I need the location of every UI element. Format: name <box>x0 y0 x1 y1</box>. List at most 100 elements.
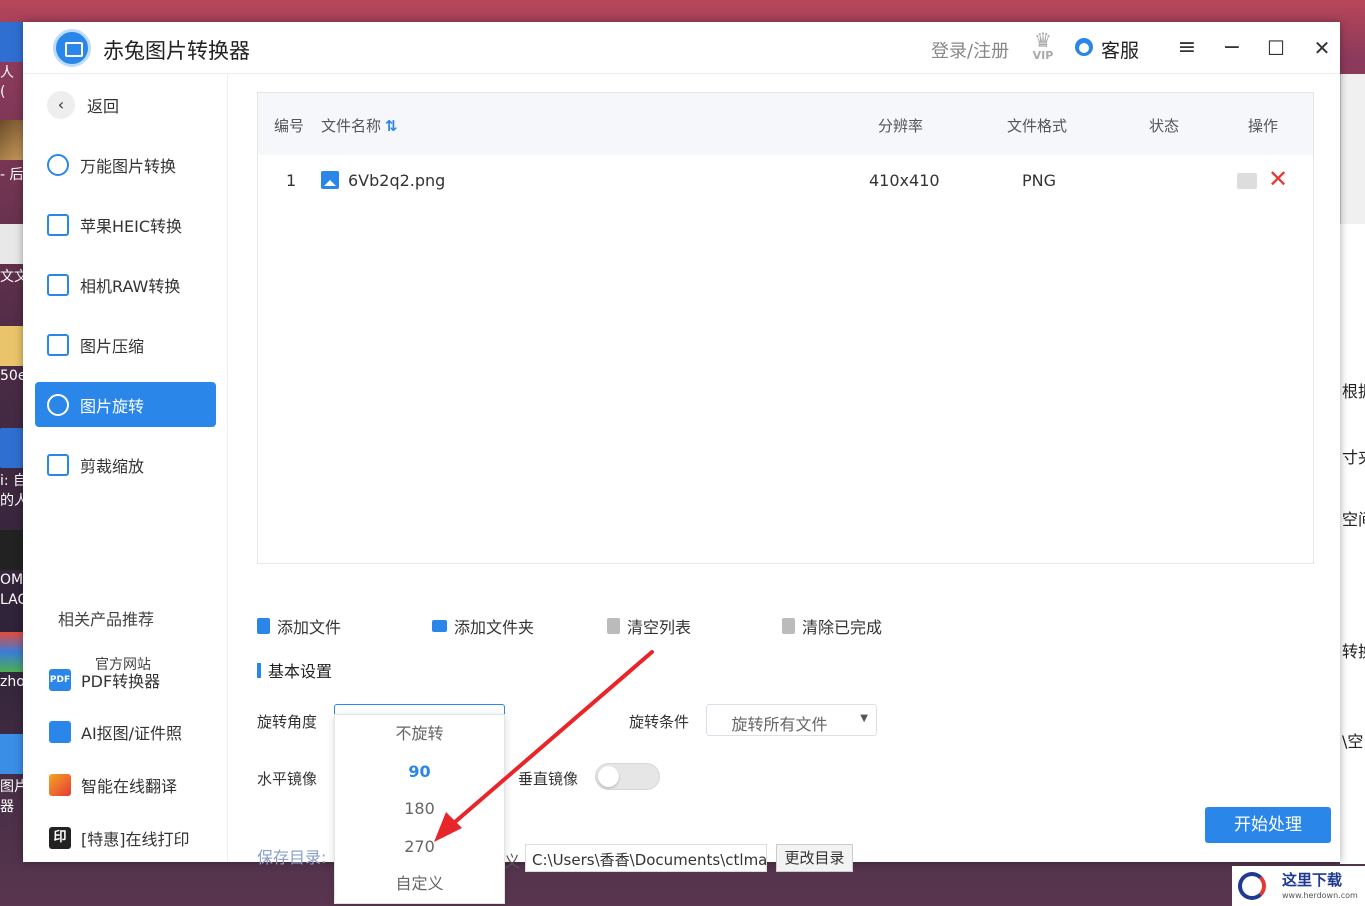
sidebar: ‹ 返回 万能图片转换 苹果HEIC转换 相机RAW转换 图片压缩 图片旋转 剪… <box>23 74 228 862</box>
chevron-left-icon: ‹ <box>47 91 75 119</box>
save-mode-text: 义 <box>504 852 521 871</box>
title-bar: 赤兔图片转换器 登录/注册 ♛ VIP 客服 ≡ − ☐ ✕ <box>23 22 1340 74</box>
add-file-label: 添加文件 <box>277 618 342 637</box>
login-register-link[interactable]: 登录/注册 <box>931 37 1009 63</box>
product-translate[interactable]: 智能在线翻译 <box>49 772 177 798</box>
recommend-title: 相关产品推荐 <box>58 610 155 629</box>
background-text: 寸夹 <box>1342 448 1365 467</box>
option-180[interactable]: 180 <box>335 792 504 826</box>
horizontal-mirror-label: 水平镜像 <box>257 770 318 788</box>
vertical-mirror-toggle[interactable] <box>595 763 660 790</box>
basic-settings-title: 基本设置 <box>257 658 332 682</box>
header-filename-label: 文件名称 <box>321 117 382 135</box>
translate-icon <box>49 774 71 796</box>
product-pdf-converter[interactable]: PDF PDF转换器 <box>49 667 160 693</box>
add-file-button[interactable]: 添加文件 <box>257 615 341 637</box>
customer-service-link[interactable]: 客服 <box>1101 36 1139 63</box>
option-no-rotate[interactable]: 不旋转 <box>335 717 504 751</box>
background-window-edge <box>1340 74 1365 224</box>
convert-icon <box>47 153 69 176</box>
sidebar-item-raw-convert[interactable]: 相机RAW转换 <box>35 262 216 307</box>
desktop-folder-icon[interactable] <box>0 326 23 366</box>
start-processing-button[interactable]: 开始处理 <box>1205 807 1331 843</box>
sidebar-item-label: 苹果HEIC转换 <box>80 216 183 236</box>
product-label: [特惠]在线打印 <box>81 830 190 849</box>
desktop-text-file-icon[interactable] <box>0 224 23 264</box>
watermark-url: www.herdown.com <box>1282 891 1358 900</box>
delete-icon[interactable]: ✕ <box>1268 165 1288 193</box>
desktop-app-icon[interactable] <box>0 530 23 570</box>
toggle-knob <box>598 766 619 787</box>
broom-icon <box>607 618 620 634</box>
sidebar-item-rotate[interactable]: 图片旋转 <box>35 382 216 427</box>
background-text: 空间 <box>1342 510 1365 529</box>
maximize-button[interactable]: ☐ <box>1261 34 1291 62</box>
rotate-icon <box>47 393 69 416</box>
rotation-angle-dropdown: 不旋转 90 180 270 自定义 <box>334 714 505 904</box>
crown-icon: ♛ <box>1034 28 1052 52</box>
row-format: PNG <box>1022 171 1057 190</box>
save-path-field[interactable]: C:\Users\香香\Documents\ctlma <box>525 844 767 872</box>
rotation-condition-label: 旋转条件 <box>629 713 690 731</box>
sort-icon[interactable]: ⇅ <box>385 117 398 135</box>
sidebar-item-heic-convert[interactable]: 苹果HEIC转换 <box>35 202 216 247</box>
sidebar-item-label: 相机RAW转换 <box>80 276 181 296</box>
app-window: 赤兔图片转换器 登录/注册 ♛ VIP 客服 ≡ − ☐ ✕ ‹ 返回 万能图片… <box>23 22 1340 872</box>
desktop-converter-icon[interactable] <box>0 734 23 774</box>
desktop-archive-icon[interactable] <box>0 632 23 672</box>
back-button[interactable]: ‹ 返回 <box>47 91 119 119</box>
customer-service-icon[interactable] <box>1075 38 1093 56</box>
crop-icon <box>47 453 69 476</box>
sidebar-item-universal-convert[interactable]: 万能图片转换 <box>35 142 216 187</box>
sidebar-item-compress[interactable]: 图片压缩 <box>35 322 216 367</box>
option-270[interactable]: 270 <box>335 830 504 864</box>
watermark-logo-icon <box>1238 872 1266 900</box>
clear-done-button[interactable]: 清除已完成 <box>782 615 882 637</box>
app-logo-icon <box>53 29 91 67</box>
header-actions: 操作 <box>1248 117 1279 135</box>
compress-icon <box>47 333 69 356</box>
option-custom[interactable]: 自定义 <box>335 867 504 901</box>
desktop-label: LAC <box>0 592 23 608</box>
option-90[interactable]: 90 <box>335 755 504 789</box>
desktop-label: 人 <box>0 65 14 81</box>
desktop-label: i: 自 <box>0 473 23 489</box>
product-ai-cutout[interactable]: AI抠图/证件照 <box>49 719 182 745</box>
desktop-word-icon[interactable] <box>0 22 23 62</box>
add-folder-button[interactable]: 添加文件夹 <box>432 615 534 637</box>
header-filename[interactable]: 文件名称 ⇅ <box>321 115 398 136</box>
add-file-icon <box>257 618 270 634</box>
background-text: 根据 <box>1342 382 1365 401</box>
vip-text: VIP <box>1032 49 1054 62</box>
raw-icon <box>47 273 69 296</box>
desktop-label: - 后 <box>0 167 23 183</box>
minimize-button[interactable]: − <box>1217 34 1247 62</box>
table-row[interactable]: 1 6Vb2q2.png 410x410 PNG ✕ <box>258 155 1313 209</box>
pdf-icon: PDF <box>49 669 71 691</box>
desktop-label: 50e <box>0 368 23 384</box>
file-table: 编号 文件名称 ⇅ 分辨率 文件格式 状态 操作 1 6Vb2q2.png 410… <box>257 92 1314 564</box>
vip-crown-icon[interactable]: ♛ VIP <box>1027 30 1059 62</box>
desktop-label: 器 <box>0 799 14 815</box>
header-status: 状态 <box>1149 117 1180 135</box>
row-resolution: 410x410 <box>869 171 940 190</box>
rotation-condition-select[interactable]: 旋转所有文件 ▼ <box>706 704 877 736</box>
desktop-label: zho <box>0 674 23 690</box>
clear-done-label: 清除已完成 <box>802 618 883 637</box>
close-button[interactable]: ✕ <box>1307 34 1337 62</box>
product-print[interactable]: 印 [特惠]在线打印 <box>49 825 190 851</box>
desktop-label: 的人 <box>0 493 23 509</box>
menu-button[interactable]: ≡ <box>1172 34 1202 62</box>
image-file-icon <box>321 171 339 189</box>
desktop-word-icon[interactable] <box>0 428 23 468</box>
chevron-down-icon: ▼ <box>860 713 868 724</box>
sidebar-item-label: 图片旋转 <box>80 396 145 416</box>
desktop-image-icon[interactable] <box>0 120 23 160</box>
change-directory-button[interactable]: 更改目录 <box>776 844 853 872</box>
header-format: 文件格式 <box>1007 117 1068 135</box>
clear-list-button[interactable]: 清空列表 <box>607 615 691 637</box>
sidebar-item-crop-resize[interactable]: 剪裁缩放 <box>35 442 216 487</box>
product-label: 智能在线翻译 <box>81 777 178 796</box>
heic-icon <box>47 213 69 236</box>
open-folder-icon[interactable] <box>1237 173 1257 189</box>
